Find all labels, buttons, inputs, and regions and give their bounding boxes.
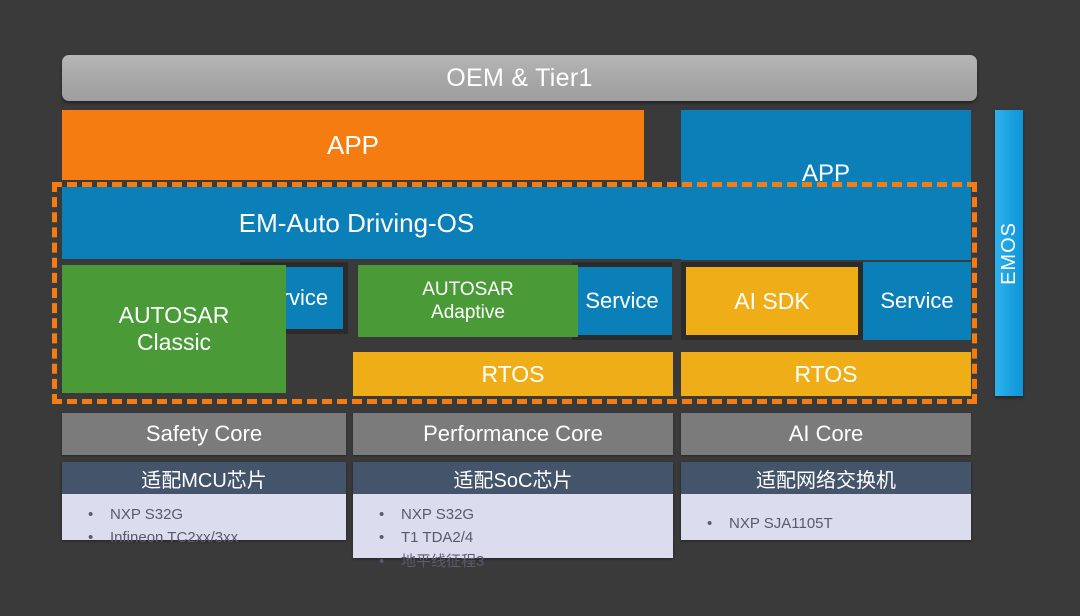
bullet-icon: • (88, 529, 94, 547)
architecture-diagram: OEM & Tier1 APP APP EM-Auto Driving-OS S… (0, 0, 1080, 616)
app-orange-label: APP (326, 129, 380, 160)
os-band-label: EM-Auto Driving-OS (238, 207, 475, 238)
list-item: • Infineon TC2xx/3xx (88, 526, 346, 549)
chip-card-switch: 适配网络交换机 • NXP SJA1105T (681, 462, 971, 540)
rtos-right-label: RTOS (794, 360, 858, 387)
service-middle-label: Service (585, 288, 659, 313)
autosar-classic-line2: Classic (136, 329, 212, 355)
app-blue-label: APP (801, 160, 851, 187)
chip-name: T1 TDA2/4 (401, 529, 474, 547)
rtos-block-right: RTOS (681, 352, 971, 396)
ai-sdk-block: AI SDK (681, 262, 863, 340)
list-item: • NXP S32G (88, 503, 346, 526)
autosar-adaptive-block: AUTOSAR Adaptive (358, 265, 578, 337)
autosar-adaptive-line2: Adaptive (431, 302, 505, 323)
autosar-classic-line1: AUTOSAR (118, 301, 230, 328)
chip-name: Infineon TC2xx/3xx (110, 529, 239, 547)
bullet-icon: • (379, 529, 385, 547)
bullet-icon: • (379, 552, 385, 570)
bullet-icon: • (88, 506, 94, 523)
chip-card-soc-header: 适配SoC芯片 (353, 462, 673, 494)
list-item: • T1 TDA2/4 (379, 526, 673, 549)
chip-name: 地平线征程3 (401, 552, 485, 570)
service-block-right: Service (863, 262, 971, 340)
chip-card-mcu-body: • NXP S32G • Infineon TC2xx/3xx (62, 494, 346, 558)
core-bar-performance: Performance Core (353, 413, 673, 455)
rtos-block-middle: RTOS (353, 352, 673, 396)
list-item: • NXP SJA1105T (707, 512, 971, 535)
core-ai-label: AI Core (788, 421, 864, 446)
core-performance-label: Performance Core (423, 421, 603, 446)
chip-name: NXP SJA1105T (729, 515, 833, 532)
rtos-middle-label: RTOS (481, 360, 545, 387)
list-item: • 地平线征程3 (379, 550, 673, 573)
core-bar-ai: AI Core (681, 413, 971, 455)
chip-card-soc: 适配SoC芯片 • NXP S32G • T1 TDA2/4 • 地平线征程3 (353, 462, 673, 570)
core-bar-safety: Safety Core (62, 413, 346, 455)
core-safety-label: Safety Core (145, 421, 263, 446)
bullet-icon: • (707, 515, 713, 532)
autosar-classic-block: AUTOSAR Classic (62, 265, 286, 393)
emos-vertical-bar: EMOS (995, 110, 1023, 396)
list-item: • NXP S32G (379, 503, 673, 526)
oem-tier1-bar: OEM & Tier1 (62, 55, 977, 101)
bullet-icon: • (379, 506, 385, 523)
ai-sdk-label: AI SDK (734, 287, 810, 314)
chip-card-switch-header: 适配网络交换机 (681, 462, 971, 494)
autosar-adaptive-line1: AUTOSAR (422, 278, 514, 300)
em-auto-driving-os-band: EM-Auto Driving-OS (62, 187, 971, 259)
chip-name: NXP S32G (110, 506, 184, 523)
service-block-middle: Service (572, 262, 672, 340)
chip-card-mcu-header: 适配MCU芯片 (62, 462, 346, 494)
chip-name: NXP S32G (401, 506, 475, 523)
oem-tier1-label: OEM & Tier1 (446, 63, 593, 92)
chip-card-switch-body: • NXP SJA1105T (681, 494, 971, 543)
chip-card-mcu: 适配MCU芯片 • NXP S32G • Infineon TC2xx/3xx (62, 462, 346, 546)
app-block-orange: APP (62, 110, 644, 180)
service-right-label: Service (880, 288, 954, 313)
emos-label: EMOS (997, 221, 1020, 285)
chip-card-soc-body: • NXP S32G • T1 TDA2/4 • 地平线征程3 (353, 494, 673, 581)
